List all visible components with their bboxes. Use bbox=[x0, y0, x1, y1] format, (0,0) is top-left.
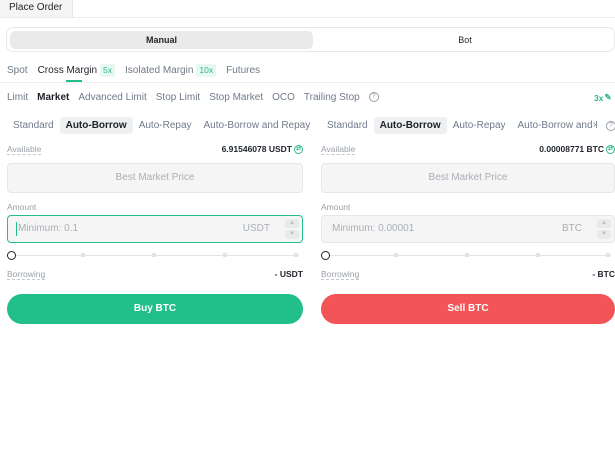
buy-borrowing-label: Borrowing bbox=[7, 269, 46, 280]
mode-switch: Manual Bot bbox=[6, 27, 615, 52]
sell-available-row: Available 0.00008771 BTC ⇄ bbox=[321, 144, 615, 156]
buy-available-value: 6.91546078 USDT ⇄ bbox=[222, 144, 303, 154]
tab-spot-label: Spot bbox=[7, 64, 28, 76]
tab-cross-margin[interactable]: Cross Margin 5x bbox=[37, 62, 116, 82]
tab-futures-label: Futures bbox=[226, 64, 261, 76]
buy-price-field: Best Market Price bbox=[7, 163, 303, 193]
text-caret bbox=[16, 222, 17, 236]
order-type-limit[interactable]: Limit bbox=[7, 92, 28, 103]
order-type-market[interactable]: Market bbox=[37, 92, 69, 103]
sell-amount-label: Amount bbox=[321, 202, 351, 212]
tab-isolated-margin-label: Isolated Margin bbox=[125, 64, 194, 76]
buy-available-amount: 6.91546078 USDT bbox=[221, 144, 292, 154]
slider-tick bbox=[152, 253, 156, 257]
transfer-icon[interactable]: ⇄ bbox=[294, 144, 303, 154]
info-icon[interactable]: ? bbox=[368, 92, 379, 102]
sell-available-label: Available bbox=[321, 144, 356, 155]
transfer-icon[interactable]: ⇄ bbox=[606, 144, 615, 154]
tab-place-order[interactable]: Place Order bbox=[0, 0, 73, 17]
sell-amount-stepper: ▲ ▼ bbox=[597, 219, 611, 239]
buy-borrowing-row: Borrowing - USDT bbox=[7, 269, 303, 281]
tabs-divider bbox=[0, 82, 615, 83]
slider-tick bbox=[606, 253, 610, 257]
leverage-button[interactable]: 3x ✎ bbox=[594, 92, 612, 103]
order-type-stop-limit[interactable]: Stop Limit bbox=[156, 92, 200, 103]
buy-btc-button[interactable]: Buy BTC bbox=[7, 294, 303, 324]
slider-tick bbox=[294, 253, 298, 257]
sell-amount-input[interactable]: Minimum: 0.00001 BTC ▲ ▼ bbox=[321, 215, 615, 243]
sell-borrowing-value: - BTC bbox=[592, 269, 615, 279]
buy-mode-standard[interactable]: Standard bbox=[7, 117, 60, 134]
slider-tick bbox=[81, 253, 85, 257]
edit-icon: ✎ bbox=[604, 92, 612, 102]
order-type-oco[interactable]: OCO bbox=[272, 92, 295, 103]
sell-btc-button[interactable]: Sell BTC bbox=[321, 294, 615, 324]
mode-bot-button[interactable]: Bot bbox=[317, 31, 613, 49]
slider-knob[interactable] bbox=[7, 251, 16, 260]
cross-margin-leverage-badge: 5x bbox=[100, 63, 116, 77]
market-tabs: Spot Cross Margin 5x Isolated Margin 10x… bbox=[7, 62, 260, 82]
buy-available-label: Available bbox=[7, 144, 42, 155]
buy-borrow-mode-tabs: Standard Auto-Borrow Auto-Repay Auto-Bor… bbox=[7, 116, 316, 135]
buy-amount-input[interactable]: Minimum: 0.1 USDT ▲ ▼ bbox=[7, 215, 303, 243]
tab-cross-margin-label: Cross Margin bbox=[37, 64, 98, 76]
sell-mode-standard[interactable]: Standard bbox=[321, 117, 374, 134]
sell-amount-placeholder: Minimum: 0.00001 bbox=[332, 223, 415, 234]
buy-amount-slider[interactable] bbox=[7, 249, 303, 263]
slider-tick bbox=[465, 253, 469, 257]
header-divider bbox=[0, 17, 615, 18]
tab-isolated-margin[interactable]: Isolated Margin 10x bbox=[125, 62, 217, 78]
buy-mode-auto-repay[interactable]: Auto-Repay bbox=[133, 117, 198, 134]
sell-amount-unit: BTC bbox=[562, 223, 582, 234]
sell-amount-slider[interactable] bbox=[321, 249, 615, 263]
chevron-right-icon[interactable]: › bbox=[593, 119, 596, 130]
sell-price-field: Best Market Price bbox=[321, 163, 615, 193]
buy-amount-stepper: ▲ ▼ bbox=[285, 219, 299, 239]
buy-amount-label: Amount bbox=[7, 202, 37, 212]
sell-borrowing-row: Borrowing - BTC bbox=[321, 269, 615, 281]
sell-mode-auto-borrow-and-repay[interactable]: Auto-Borrow and R bbox=[512, 117, 597, 134]
stepper-up-icon[interactable]: ▲ bbox=[597, 219, 611, 228]
stepper-down-icon[interactable]: ▼ bbox=[285, 230, 299, 239]
buy-mode-auto-borrow[interactable]: Auto-Borrow bbox=[59, 117, 133, 134]
sell-mode-auto-borrow[interactable]: Auto-Borrow bbox=[373, 117, 447, 134]
mode-manual-button[interactable]: Manual bbox=[10, 31, 313, 49]
slider-tick bbox=[223, 253, 227, 257]
buy-mode-auto-borrow-and-repay[interactable]: Auto-Borrow and Repay bbox=[198, 117, 317, 134]
isolated-margin-leverage-badge: 10x bbox=[196, 63, 217, 77]
order-type-trailing-stop[interactable]: Trailing Stop bbox=[304, 92, 360, 103]
order-type-advanced-limit[interactable]: Advanced Limit bbox=[78, 92, 146, 103]
stepper-down-icon[interactable]: ▼ bbox=[597, 230, 611, 239]
tab-futures[interactable]: Futures bbox=[226, 62, 260, 78]
sell-info-icon[interactable]: ? bbox=[606, 121, 615, 131]
slider-tick bbox=[394, 253, 398, 257]
stepper-up-icon[interactable]: ▲ bbox=[285, 219, 299, 228]
sell-borrowing-label: Borrowing bbox=[321, 269, 360, 280]
buy-available-row: Available 6.91546078 USDT ⇄ bbox=[7, 144, 303, 156]
buy-amount-unit: USDT bbox=[242, 223, 270, 234]
sell-available-value: 0.00008771 BTC ⇄ bbox=[539, 144, 615, 154]
buy-borrowing-value: - USDT bbox=[274, 269, 303, 279]
order-type-tabs: Limit Market Advanced Limit Stop Limit S… bbox=[7, 90, 379, 104]
slider-knob[interactable] bbox=[321, 251, 330, 260]
sell-borrow-mode-tabs: Standard Auto-Borrow Auto-Repay Auto-Bor… bbox=[321, 116, 597, 135]
sell-available-amount: 0.00008771 BTC bbox=[539, 144, 604, 154]
tab-spot[interactable]: Spot bbox=[7, 62, 28, 78]
order-type-stop-market[interactable]: Stop Market bbox=[209, 92, 263, 103]
leverage-value: 3x bbox=[594, 92, 604, 103]
buy-amount-placeholder: Minimum: 0.1 bbox=[18, 223, 79, 234]
slider-tick bbox=[536, 253, 540, 257]
sell-mode-auto-repay[interactable]: Auto-Repay bbox=[447, 117, 512, 134]
